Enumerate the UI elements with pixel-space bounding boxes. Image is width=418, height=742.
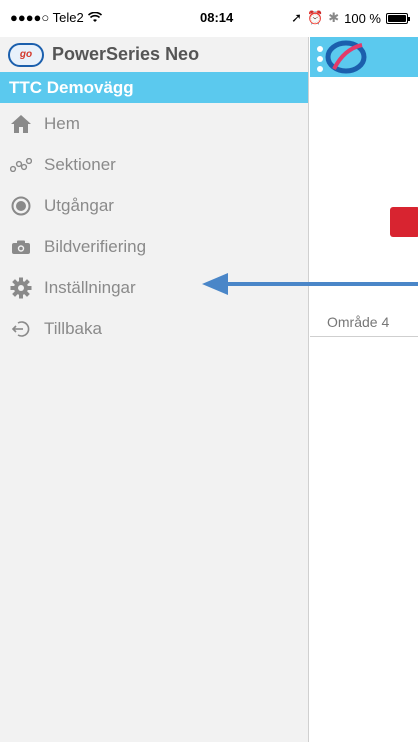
back-icon <box>10 318 32 340</box>
go-logo-icon: go <box>8 42 44 67</box>
site-name-bar[interactable]: TTC Demovägg <box>0 72 308 103</box>
menu-item-label: Bildverifiering <box>44 236 147 256</box>
menu-item-label: Utgångar <box>44 195 114 215</box>
bluetooth-icon: ✱ <box>328 10 340 25</box>
outputs-icon <box>10 195 32 217</box>
wifi-icon <box>87 12 102 22</box>
menu-item-label: Hem <box>44 113 80 133</box>
menu-item-utgangar[interactable]: Utgångar <box>0 185 308 226</box>
menu-item-tillbaka[interactable]: Tillbaka <box>0 308 308 349</box>
site-name: TTC Demovägg <box>9 77 134 97</box>
annotation-arrow <box>202 273 418 295</box>
battery-percent: 100 % <box>344 10 381 26</box>
carrier-label: ●●●●○ Tele2 <box>10 10 84 25</box>
menu-item-bildverifiering[interactable]: Bildverifiering <box>0 226 308 267</box>
home-icon <box>10 113 32 135</box>
alarm-clock-icon: ⏰ <box>307 10 324 25</box>
sections-icon <box>10 154 32 176</box>
status-bar: ●●●●○ Tele2 08:14 ➚ ⏰ ✱ 100 % <box>0 0 418 37</box>
main-content: Område 4 <box>310 37 418 742</box>
menu-item-label: Tillbaka <box>44 318 102 338</box>
status-indicators: ➚ ⏰ ✱ 100 % <box>291 10 410 26</box>
menu-item-label: Sektioner <box>44 154 116 174</box>
side-menu: go PowerSeries Neo TTC Demovägg Hem Sekt… <box>0 37 309 742</box>
clock: 08:14 <box>200 10 234 25</box>
main-header <box>310 37 418 77</box>
drawer-header: go PowerSeries Neo <box>0 37 308 72</box>
battery-icon <box>386 12 410 24</box>
carrier-info: ●●●●○ Tele2 <box>10 10 102 25</box>
app-title: PowerSeries Neo <box>52 44 200 64</box>
menu-item-sektioner[interactable]: Sektioner <box>0 144 308 185</box>
gear-icon <box>10 277 32 299</box>
menu-list: Hem Sektioner Utgångar Bildverifiering I… <box>0 103 308 349</box>
partition-panel[interactable]: Område 4 <box>310 77 418 337</box>
app-logo-icon <box>317 40 367 74</box>
area-label: Område 4 <box>327 314 390 330</box>
menu-item-label: Inställningar <box>44 277 136 297</box>
location-icon: ➚ <box>291 10 303 25</box>
menu-item-hem[interactable]: Hem <box>0 103 308 144</box>
unlocked-lock-icon[interactable] <box>390 207 418 237</box>
camera-icon <box>10 236 32 258</box>
